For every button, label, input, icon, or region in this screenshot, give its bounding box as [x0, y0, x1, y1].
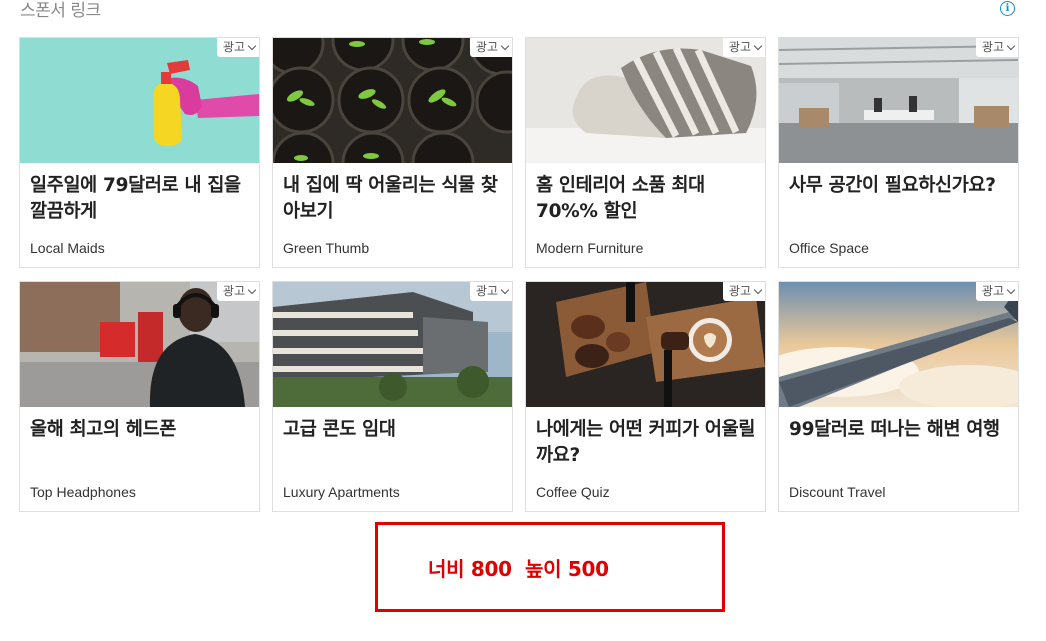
ad-title[interactable]: 내 집에 딱 어울리는 식물 찾아보기	[283, 173, 504, 225]
ad-source[interactable]: Discount Travel	[789, 484, 885, 500]
size-annotation-text: 너비 800 높이 500	[428, 556, 609, 581]
chevron-down-icon	[753, 41, 763, 50]
ad-title[interactable]: 고급 콘도 임대	[283, 417, 504, 443]
chevron-down-icon	[500, 285, 510, 294]
ad-title[interactable]: 사무 공간이 필요하신가요?	[789, 173, 1010, 199]
ad-card-local-maids[interactable]: 광고 일주일에 79달러로 내 집을 깔끔하게 Local Maids	[19, 37, 260, 268]
chevron-down-icon	[1006, 285, 1016, 294]
ad-card-discount-travel[interactable]: 광고 99달러로 떠나는 해변 여행 Discount Travel	[778, 281, 1019, 512]
ad-image-seedlings: 광고	[273, 38, 512, 163]
ad-title[interactable]: 나에게는 어떤 커피가 어울릴까요?	[536, 417, 757, 469]
ad-title[interactable]: 홈 인테리어 소품 최대 70%% 할인	[536, 173, 757, 225]
chevron-down-icon	[247, 41, 257, 50]
ad-choices-badge[interactable]: 광고	[216, 38, 259, 57]
ad-image-bed-pillows: 광고	[526, 38, 765, 163]
ad-source[interactable]: Green Thumb	[283, 240, 369, 256]
ad-title[interactable]: 일주일에 79달러로 내 집을 깔끔하게	[30, 173, 251, 225]
ad-choices-badge[interactable]: 광고	[469, 38, 512, 57]
ad-card-modern-furniture[interactable]: 광고 홈 인테리어 소품 최대 70%% 할인 Modern Furniture	[525, 37, 766, 268]
ad-card-luxury-apartments[interactable]: 광고 고급 콘도 임대 Luxury Apartments	[272, 281, 513, 512]
ad-source[interactable]: Modern Furniture	[536, 240, 643, 256]
ad-card-top-headphones[interactable]: 광고 올해 최고의 헤드폰 Top Headphones	[19, 281, 260, 512]
ad-image-airplane-wing: 광고	[779, 282, 1018, 407]
section-title: 스폰서 링크	[20, 1, 101, 21]
chevron-down-icon	[753, 285, 763, 294]
ad-choices-badge[interactable]: 광고	[722, 38, 765, 57]
ad-card-coffee-quiz[interactable]: 광고 나에게는 어떤 커피가 어울릴까요? Coffee Quiz	[525, 281, 766, 512]
ad-choices-badge[interactable]: 광고	[469, 282, 512, 301]
ad-choices-badge[interactable]: 광고	[216, 282, 259, 301]
chevron-down-icon	[247, 285, 257, 294]
ad-title[interactable]: 올해 최고의 헤드폰	[30, 417, 251, 443]
ad-image-spray-bottle: 광고	[20, 38, 259, 163]
info-icon[interactable]: i	[1000, 1, 1015, 16]
sponsored-header: 스폰서 링크 i	[20, 0, 1026, 22]
ad-source[interactable]: Office Space	[789, 240, 869, 256]
ad-image-coffee: 광고	[526, 282, 765, 407]
ad-image-headphones-street: 광고	[20, 282, 259, 407]
ad-choices-badge[interactable]: 광고	[975, 38, 1018, 57]
ad-source[interactable]: Coffee Quiz	[536, 484, 610, 500]
ad-source[interactable]: Local Maids	[30, 240, 105, 256]
chevron-down-icon	[500, 41, 510, 50]
ad-card-green-thumb[interactable]: 광고 내 집에 딱 어울리는 식물 찾아보기 Green Thumb	[272, 37, 513, 268]
ad-image-condo-building: 광고	[273, 282, 512, 407]
ad-card-office-space[interactable]: 광고 사무 공간이 필요하신가요? Office Space	[778, 37, 1019, 268]
ad-grid: 광고 일주일에 79달러로 내 집을 깔끔하게 Local Maids 광고 내…	[19, 37, 1019, 512]
ad-choices-badge[interactable]: 광고	[975, 282, 1018, 301]
size-annotation-box: 너비 800 높이 500	[375, 522, 725, 612]
ad-source[interactable]: Luxury Apartments	[283, 484, 400, 500]
ad-choices-badge[interactable]: 광고	[722, 282, 765, 301]
chevron-down-icon	[1006, 41, 1016, 50]
ad-source[interactable]: Top Headphones	[30, 484, 136, 500]
ad-title[interactable]: 99달러로 떠나는 해변 여행	[789, 417, 1010, 443]
ad-image-open-office: 광고	[779, 38, 1018, 163]
